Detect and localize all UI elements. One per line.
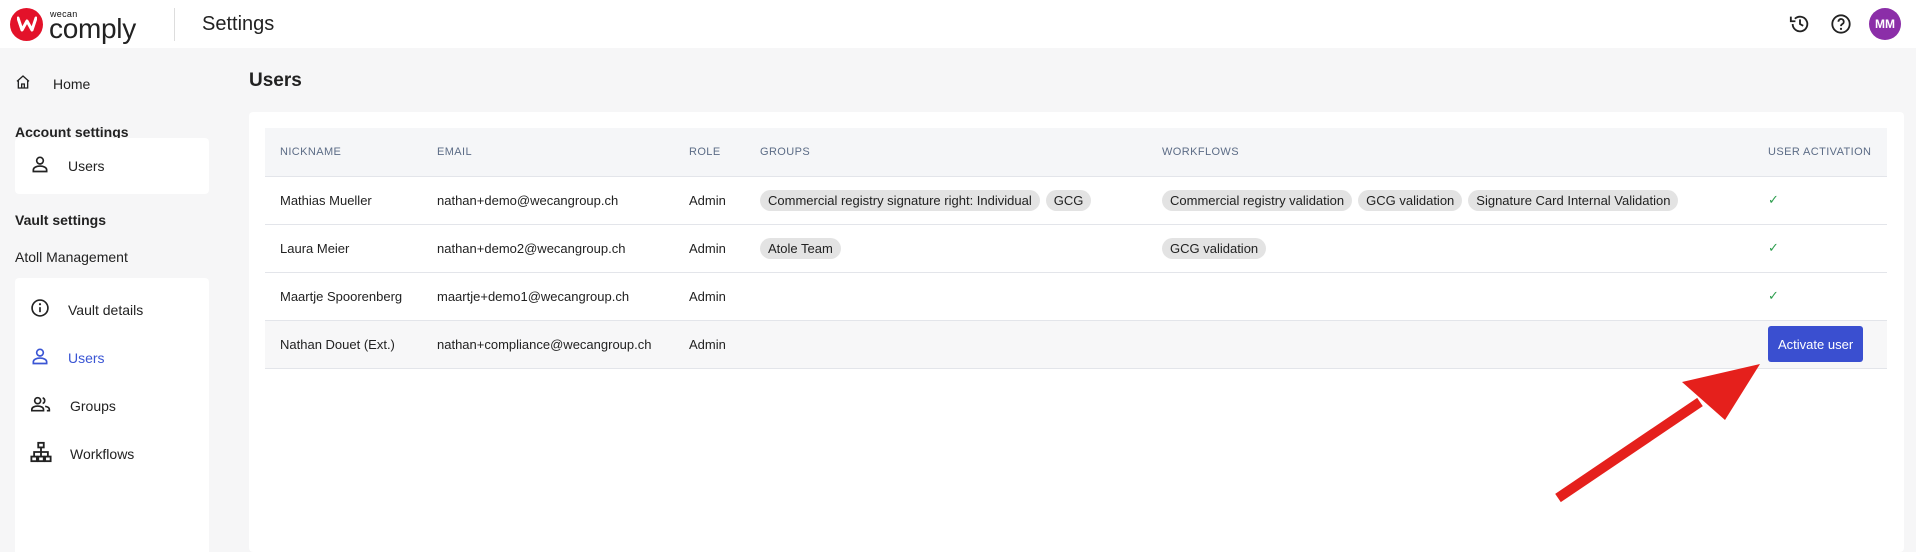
person-icon — [30, 154, 50, 179]
sidebar-item-label: Vault details — [68, 302, 144, 318]
users-table: NICKNAME EMAIL ROLE GROUPS WORKFLOWS USE… — [265, 128, 1887, 369]
cell-nickname: Maartje Spoorenberg — [265, 271, 422, 320]
logo-wordmark: wecan comply — [49, 8, 147, 44]
cell-activation: Activate user — [1753, 319, 1887, 369]
sidebar: Home Account settings Users Vault settin… — [0, 48, 225, 552]
group-chip: Atole Team — [760, 237, 841, 259]
check-icon: ✓ — [1768, 288, 1779, 303]
workflow-chip: GCG validation — [1358, 189, 1463, 211]
sidebar-item-label: Groups — [70, 398, 116, 414]
cell-activation: ✓ — [1753, 223, 1887, 272]
users-table-wrapper: NICKNAME EMAIL ROLE GROUPS WORKFLOWS USE… — [265, 128, 1887, 369]
cell-nickname: Mathias Mueller — [265, 175, 422, 224]
cell-email: maartje+demo1@wecangroup.ch — [422, 271, 674, 320]
workflow-chip: Commercial registry validation — [1162, 189, 1353, 211]
cell-groups — [745, 271, 1147, 320]
workflow-chip: Signature Card Internal Validation — [1468, 189, 1679, 211]
user-avatar[interactable]: MM — [1869, 8, 1901, 40]
table-header-row: NICKNAME EMAIL ROLE GROUPS WORKFLOWS USE… — [265, 128, 1887, 176]
cell-groups: Atole Team — [745, 223, 1147, 272]
cell-groups — [745, 319, 1147, 369]
header-divider — [174, 7, 175, 41]
main-title: Users — [249, 70, 302, 91]
table-row[interactable]: Mathias Mueller nathan+demo@wecangroup.c… — [265, 175, 1887, 224]
column-header-email[interactable]: EMAIL — [422, 128, 674, 176]
activate-user-button[interactable]: Activate user — [1768, 326, 1864, 362]
sidebar-item-home[interactable]: Home — [15, 68, 90, 100]
vault-settings-heading: Vault settings — [15, 212, 107, 228]
cell-email: nathan+compliance@wecangroup.ch — [422, 319, 674, 369]
cell-email: nathan+demo@wecangroup.ch — [422, 175, 674, 224]
sidebar-item-vault-workflows[interactable]: Workflows — [15, 430, 209, 478]
column-header-user-activation[interactable]: USER ACTIVATION — [1753, 128, 1887, 176]
history-icon[interactable] — [1787, 11, 1813, 37]
column-header-workflows[interactable]: WORKFLOWS — [1147, 128, 1753, 176]
logo-brand-big: comply — [49, 12, 136, 44]
column-header-nickname[interactable]: NICKNAME — [265, 128, 422, 176]
account-settings-card: Users — [15, 138, 209, 194]
sidebar-item-label: Users — [68, 350, 105, 366]
cell-workflows: GCG validation — [1147, 223, 1753, 272]
check-icon: ✓ — [1768, 192, 1779, 207]
column-header-role[interactable]: ROLE — [674, 128, 745, 176]
top-bar: wecan comply Settings MM — [0, 0, 1916, 48]
annotation-arrow-icon — [1555, 364, 1760, 503]
sidebar-item-vault-details[interactable]: Vault details — [15, 286, 209, 334]
workflow-chip: GCG validation — [1162, 237, 1267, 259]
cell-role: Admin — [674, 175, 745, 224]
cell-workflows — [1147, 271, 1753, 320]
vault-settings-card: Vault details Users Groups Workflows — [15, 278, 209, 552]
sidebar-item-vault-users[interactable]: Users — [15, 334, 209, 382]
check-icon: ✓ — [1768, 240, 1779, 255]
sidebar-item-label: Home — [53, 76, 91, 92]
table-row[interactable]: Laura Meier nathan+demo2@wecangroup.ch A… — [265, 223, 1887, 272]
cell-role: Admin — [674, 271, 745, 320]
home-icon — [15, 74, 31, 95]
sidebar-item-vault-groups[interactable]: Groups — [15, 382, 209, 430]
sidebar-item-label: Workflows — [70, 446, 135, 462]
cell-role: Admin — [674, 223, 745, 272]
sidebar-item-label: Users — [68, 158, 105, 174]
cell-nickname: Laura Meier — [265, 223, 422, 272]
help-icon[interactable] — [1828, 11, 1854, 37]
group-icon — [30, 394, 52, 419]
info-icon — [30, 298, 50, 323]
cell-workflows: Commercial registry validation GCG valida… — [1147, 175, 1753, 224]
workflow-icon — [30, 441, 52, 468]
group-chip: Commercial registry signature right: Ind… — [760, 189, 1040, 211]
cell-nickname: Nathan Douet (Ext.) — [265, 319, 422, 369]
column-header-groups[interactable]: GROUPS — [745, 128, 1147, 176]
cell-activation: ✓ — [1753, 271, 1887, 320]
cell-activation: ✓ — [1753, 175, 1887, 224]
cell-email: nathan+demo2@wecangroup.ch — [422, 223, 674, 272]
table-row[interactable]: Maartje Spoorenberg maartje+demo1@wecang… — [265, 271, 1887, 320]
page-title: Settings — [202, 12, 275, 35]
header-actions: MM — [1787, 0, 1916, 48]
logo-w-icon — [10, 7, 43, 41]
person-icon — [30, 346, 50, 371]
vault-name: Atoll Management — [15, 249, 128, 265]
group-chip: GCG — [1045, 189, 1092, 211]
sidebar-item-account-users[interactable]: Users — [15, 142, 209, 190]
app-logo[interactable]: wecan comply — [10, 7, 147, 44]
cell-role: Admin — [674, 319, 745, 369]
cell-groups: Commercial registry signature right: Ind… — [745, 175, 1147, 224]
